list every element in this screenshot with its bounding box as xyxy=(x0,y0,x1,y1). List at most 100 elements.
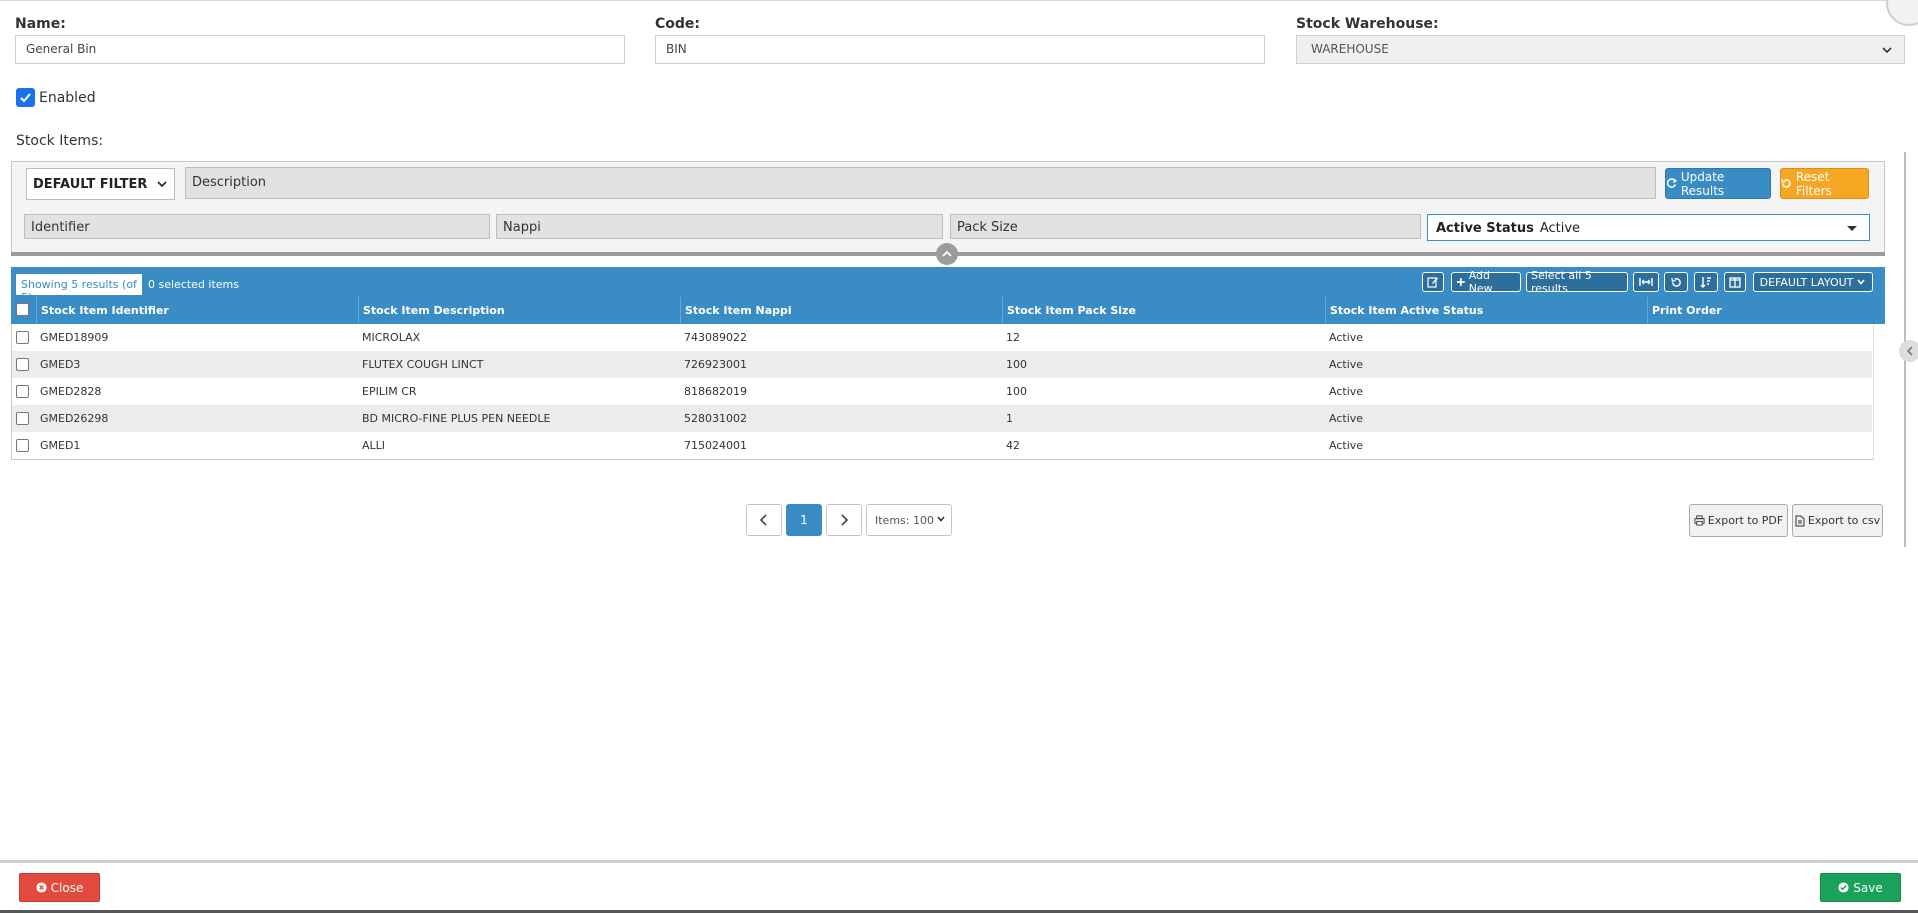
close-button[interactable]: Close xyxy=(19,873,100,902)
check-icon xyxy=(20,93,31,103)
arrows-horizontal-icon xyxy=(1639,278,1653,286)
cell-identifier: GMED2828 xyxy=(40,385,102,398)
reset-table-button[interactable] xyxy=(1664,272,1688,292)
name-label: Name: xyxy=(15,16,66,32)
items-per-page-select[interactable]: Items: 100 xyxy=(866,504,952,536)
select-all-checkbox[interactable] xyxy=(16,303,29,316)
export-pdf-label: Export to PDF xyxy=(1707,514,1784,527)
export-pdf-button[interactable]: Export to PDF xyxy=(1689,504,1788,537)
add-new-label: Add New xyxy=(1468,269,1493,295)
cell-identifier: GMED18909 xyxy=(40,331,109,344)
select-all-label: Select all 5 results xyxy=(1531,269,1592,295)
side-panel-toggle[interactable] xyxy=(1899,340,1918,362)
cell-pack-size: 1 xyxy=(1006,412,1013,425)
previous-page-button[interactable] xyxy=(746,504,782,536)
pack-size-filter-input[interactable]: Pack Size xyxy=(950,214,1421,239)
table-scrollbar[interactable] xyxy=(1873,324,1885,460)
column-header[interactable]: Stock Item Nappi xyxy=(680,297,1002,324)
code-input[interactable]: BIN xyxy=(655,35,1265,64)
column-header[interactable]: Stock Item Identifier xyxy=(36,297,358,324)
add-new-button[interactable]: Add New xyxy=(1451,269,1521,295)
row-checkbox[interactable] xyxy=(16,331,29,344)
warehouse-label: Stock Warehouse: xyxy=(1296,16,1439,32)
chevron-down-icon xyxy=(1882,47,1892,54)
table-row[interactable]: GMED26298 BD MICRO-FINE PLUS PEN NEEDLE … xyxy=(12,405,1872,432)
table-row[interactable]: GMED2828 EPILIM CR 818682019 100 Active xyxy=(12,378,1872,405)
enabled-checkbox-row: Enabled xyxy=(16,88,96,107)
page-button[interactable]: 1 xyxy=(786,504,822,536)
fit-columns-button[interactable] xyxy=(1633,272,1659,292)
nappi-filter-input[interactable]: Nappi xyxy=(496,214,943,239)
table-row[interactable]: GMED18909 MICROLAX 743089022 12 Active xyxy=(12,324,1872,351)
enabled-checkbox[interactable] xyxy=(16,88,35,107)
save-label: Save xyxy=(1853,880,1883,895)
update-results-label: Update Results xyxy=(1680,169,1725,198)
check-circle-icon xyxy=(1838,882,1849,893)
cell-pack-size: 42 xyxy=(1006,439,1020,452)
chevron-down-icon xyxy=(157,181,167,188)
row-checkbox[interactable] xyxy=(16,385,29,398)
cell-print-order xyxy=(1647,432,1872,459)
results-count-tab: Showing 5 results (of 5) xyxy=(16,274,142,304)
table-row[interactable]: GMED3 FLUTEX COUGH LINCT 726923001 100 A… xyxy=(12,351,1872,378)
cell-print-order xyxy=(1647,405,1872,432)
chevron-right-icon xyxy=(841,514,849,526)
column-header[interactable]: Print Order xyxy=(1647,297,1872,324)
undo-icon xyxy=(1670,277,1681,287)
chevron-left-icon xyxy=(1906,346,1913,356)
identifier-filter-input[interactable]: Identifier xyxy=(24,214,490,239)
cell-print-order xyxy=(1647,351,1872,378)
sort-button[interactable] xyxy=(1694,272,1718,292)
stock-items-label: Stock Items: xyxy=(16,133,104,149)
filter-select[interactable]: DEFAULT FILTER xyxy=(26,168,175,200)
active-status-select[interactable]: Active Status Active xyxy=(1427,214,1870,241)
columns-button[interactable] xyxy=(1724,272,1746,292)
cell-description: EPILIM CR xyxy=(362,385,417,398)
header-select-cell xyxy=(12,297,36,324)
row-checkbox[interactable] xyxy=(16,439,29,452)
save-button[interactable]: Save xyxy=(1820,873,1901,902)
edit-button[interactable] xyxy=(1422,272,1444,292)
reset-filters-button[interactable]: Reset Filters xyxy=(1780,168,1869,199)
export-csv-button[interactable]: Export to csv xyxy=(1792,504,1883,537)
table-header: Stock Item Identifier Stock Item Descrip… xyxy=(12,297,1872,324)
cell-description: ALLI xyxy=(362,439,386,452)
refresh-icon xyxy=(1666,178,1677,188)
footer-divider xyxy=(0,860,1918,863)
column-header[interactable]: Stock Item Description xyxy=(358,297,680,324)
name-input[interactable]: General Bin xyxy=(15,35,625,64)
cell-active-status: Active xyxy=(1329,358,1364,371)
column-header[interactable]: Stock Item Active Status xyxy=(1325,297,1647,324)
row-checkbox[interactable] xyxy=(16,412,29,425)
row-checkbox[interactable] xyxy=(16,358,29,371)
enabled-label: Enabled xyxy=(39,89,96,106)
plus-icon xyxy=(1456,278,1465,286)
column-header[interactable]: Stock Item Pack Size xyxy=(1002,297,1325,324)
cell-identifier: GMED3 xyxy=(40,358,81,371)
close-label: Close xyxy=(50,880,84,895)
cell-active-status: Active xyxy=(1329,439,1364,452)
items-per-page-value: Items: 100 xyxy=(875,514,934,527)
update-results-button[interactable]: Update Results xyxy=(1665,168,1771,199)
cell-print-order xyxy=(1647,324,1872,351)
chevron-down-icon xyxy=(1857,279,1865,285)
table-row[interactable]: GMED1 ALLI 715024001 42 Active xyxy=(12,432,1872,459)
cell-identifier: GMED26298 xyxy=(40,412,109,425)
description-filter-input[interactable]: Description xyxy=(185,167,1656,199)
layout-select[interactable]: DEFAULT LAYOUT xyxy=(1753,272,1873,292)
select-all-button[interactable]: Select all 5 results xyxy=(1526,269,1628,295)
warehouse-select[interactable]: WAREHOUSE xyxy=(1296,35,1905,64)
cell-nappi: 743089022 xyxy=(684,331,747,344)
cell-print-order xyxy=(1647,378,1872,405)
caret-down-icon xyxy=(1847,226,1857,231)
code-label: Code: xyxy=(655,16,701,32)
cell-description: BD MICRO-FINE PLUS PEN NEEDLE xyxy=(362,412,551,425)
printer-icon xyxy=(1694,515,1705,526)
cell-active-status: Active xyxy=(1329,331,1364,344)
cell-nappi: 715024001 xyxy=(684,439,747,452)
columns-icon xyxy=(1729,276,1741,288)
sort-icon xyxy=(1700,277,1711,288)
collapse-filter-toggle[interactable] xyxy=(936,243,958,265)
corner-decoration xyxy=(1886,0,1918,26)
next-page-button[interactable] xyxy=(826,504,862,536)
